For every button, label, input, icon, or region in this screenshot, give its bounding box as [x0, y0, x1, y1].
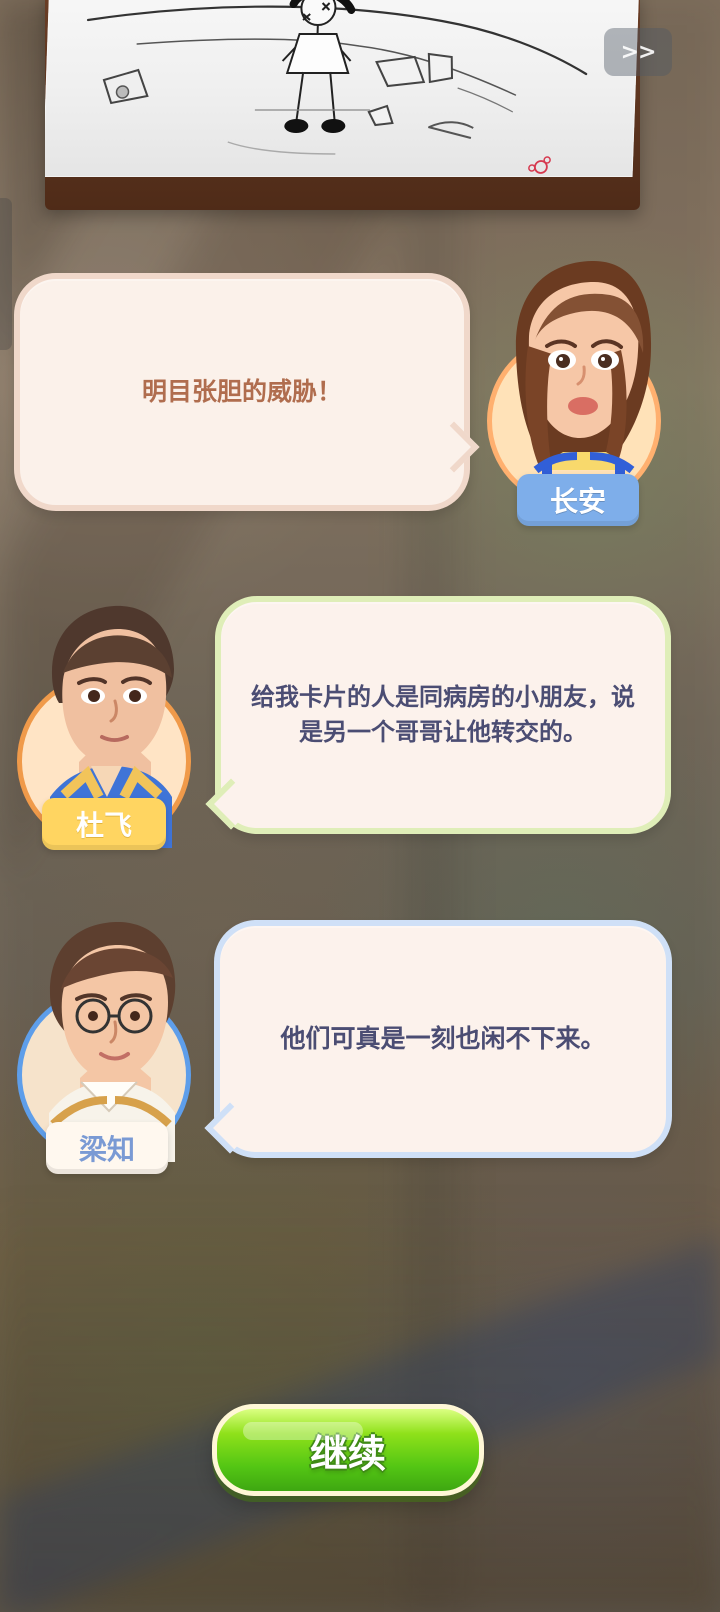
fast-forward-icon: >> [620, 39, 657, 65]
speaker-name-tag: 杜飞 [42, 798, 166, 850]
dialogue-text: 他们可真是一刻也闲不下来。 [280, 1023, 606, 1053]
side-pull-tab [0, 198, 12, 350]
continue-label: 继续 [309, 1431, 386, 1476]
dialogue-bubble-dufei: 给我卡片的人是同病房的小朋友，说是另一个哥哥让他转交的。 [215, 596, 671, 834]
dialogue-text: 明目张胆的威胁！ [141, 376, 342, 406]
continue-button[interactable]: 继续 [212, 1404, 484, 1496]
dialogue-bubble-liangzhi: 他们可真是一刻也闲不下来。 [214, 920, 672, 1158]
cutscene-panel [45, 0, 640, 210]
character-portrait [515, 260, 652, 508]
sketch-paper [45, 0, 639, 177]
dialogue-screen: >> 明目张胆的威胁！ 长安 杜飞 给我卡片的人是同病房的小朋友，说是另一个哥哥… [0, 0, 720, 1612]
dialogue-bubble-changan: 明目张胆的威胁！ [14, 273, 470, 511]
speaker-name-tag: 长安 [517, 474, 639, 526]
background-scene [0, 1192, 720, 1612]
sketch-illustration [86, 0, 588, 174]
dialogue-text: 给我卡片的人是同病房的小朋友，说是另一个哥哥让他转交的。 [251, 683, 635, 746]
speaker-name-tag: 梁知 [46, 1122, 168, 1174]
skip-button[interactable]: >> [604, 28, 672, 76]
